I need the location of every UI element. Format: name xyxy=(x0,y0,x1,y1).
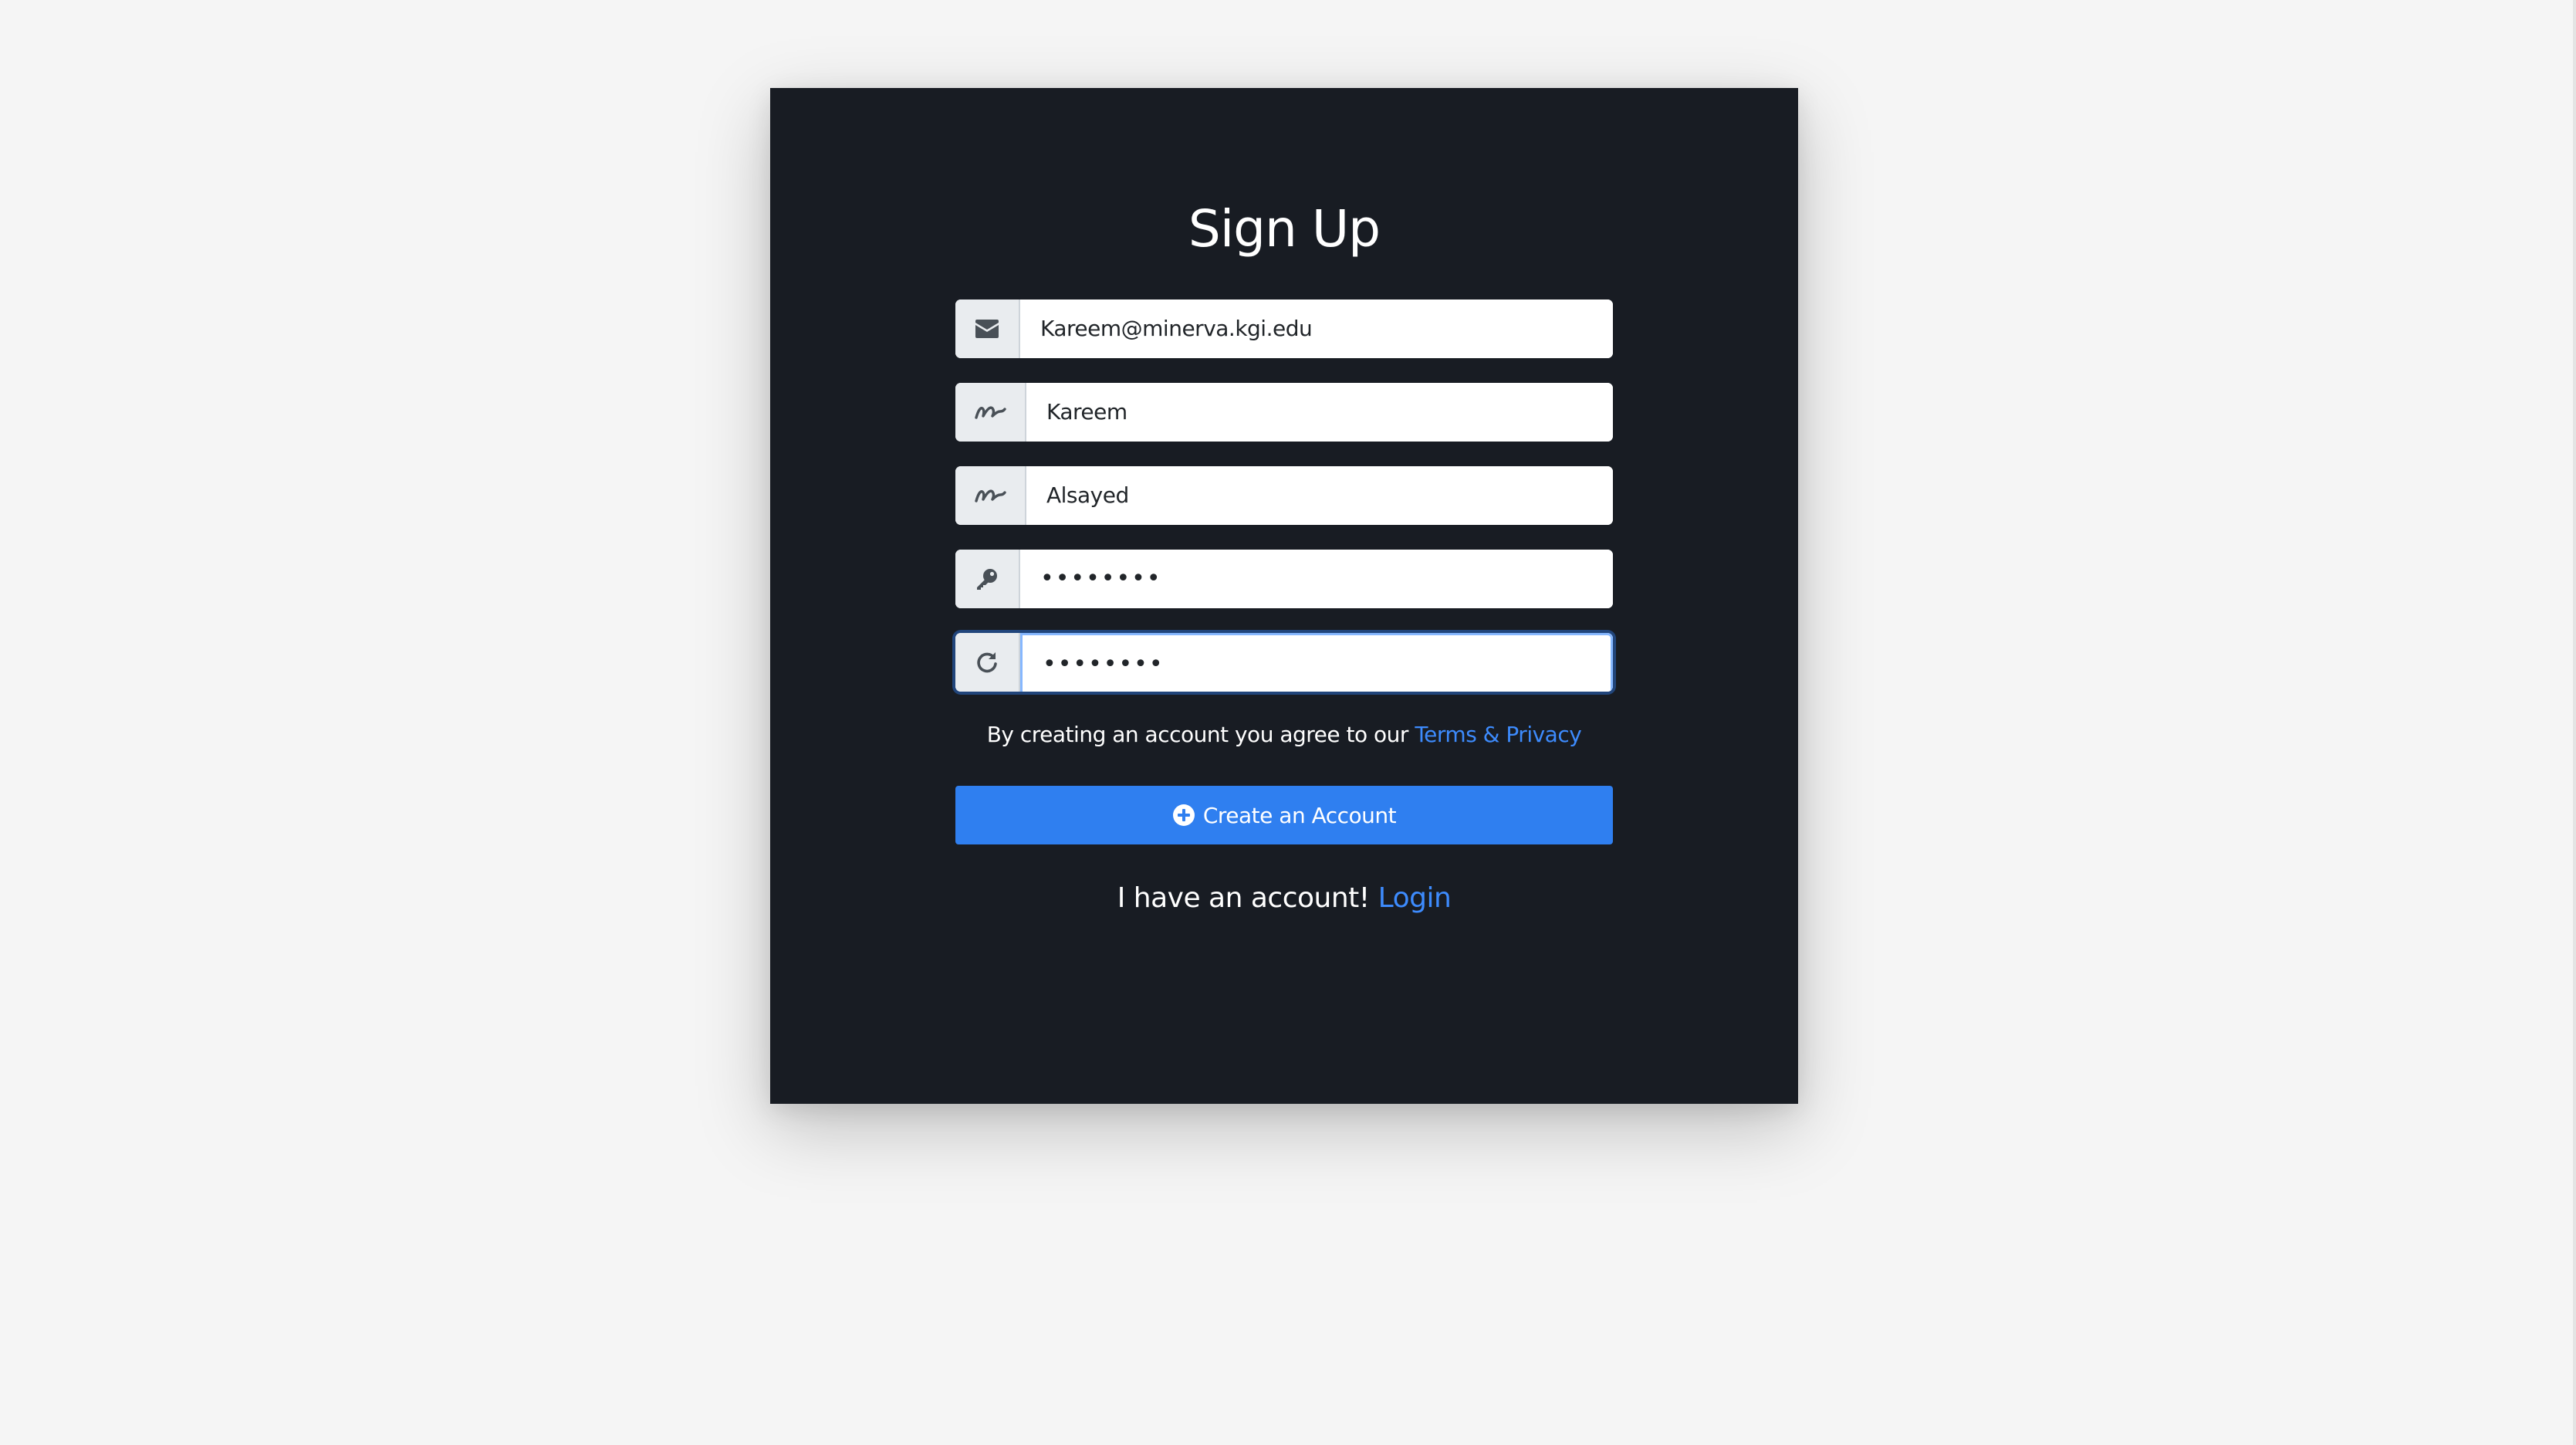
login-text: I have an account! xyxy=(1117,882,1378,914)
confirm-password-field[interactable] xyxy=(1020,633,1613,692)
first-name-field[interactable] xyxy=(1026,383,1613,442)
page-title: Sign Up xyxy=(1188,199,1381,259)
signup-card: Sign Up Kareem@minerva.kgi.edu Kareem Al… xyxy=(770,88,1798,1104)
email-input-group xyxy=(955,299,1613,358)
create-account-label: Create an Account xyxy=(1202,802,1397,828)
signup-form: Sign Up Kareem@minerva.kgi.edu Kareem Al… xyxy=(955,188,1613,922)
password-field[interactable] xyxy=(1020,550,1613,608)
page-scrollbar[interactable] xyxy=(2573,0,2576,1445)
create-account-button[interactable]: Create an Account xyxy=(955,786,1613,844)
terms-notice: By creating an account you agree to our … xyxy=(955,716,1613,753)
key-icon xyxy=(955,550,1020,608)
terms-privacy-link[interactable]: Terms & Privacy xyxy=(1415,722,1581,747)
last-name-input-group xyxy=(955,466,1613,525)
signature-icon xyxy=(955,466,1026,525)
login-link[interactable]: Login xyxy=(1378,882,1452,914)
confirm-password-input-group xyxy=(955,633,1613,692)
redo-icon xyxy=(955,633,1020,692)
login-prompt: I have an account! Login xyxy=(955,875,1613,922)
first-name-input-group xyxy=(955,383,1613,442)
envelope-icon xyxy=(955,299,1020,358)
signature-icon xyxy=(955,383,1026,442)
last-name-field[interactable] xyxy=(1026,466,1613,525)
email-field[interactable] xyxy=(1020,299,1613,358)
plus-circle-icon xyxy=(1172,804,1195,826)
password-input-group xyxy=(955,550,1613,608)
terms-text: By creating an account you agree to our xyxy=(986,722,1415,747)
